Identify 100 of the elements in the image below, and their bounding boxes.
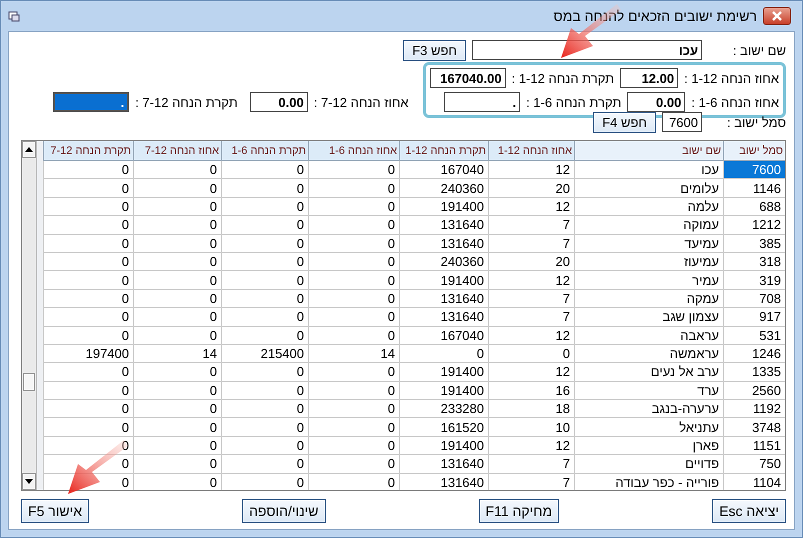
- action-button[interactable]: אישור F5: [21, 499, 90, 523]
- column-header: אחוז הנחה 1-6: [308, 141, 399, 161]
- table-cell: 0: [133, 363, 221, 382]
- table-cell: 131640: [399, 234, 488, 253]
- table-cell: 0: [308, 198, 399, 216]
- table-cell: 0: [308, 179, 399, 198]
- table-cell: 0: [308, 161, 399, 180]
- action-button[interactable]: מחיקה F11: [478, 499, 560, 523]
- table-cell: 319: [723, 271, 785, 290]
- table-cell: 0: [221, 271, 308, 290]
- action-button[interactable]: שינוי/הוספה: [242, 499, 326, 523]
- field-label: אחוז הנחה 1-6 :: [691, 94, 779, 110]
- table-cell: 0: [308, 216, 399, 235]
- table-cell: ערד: [574, 382, 723, 400]
- table-cell: עמיעד: [574, 234, 723, 253]
- table-cell: 531: [723, 326, 785, 345]
- name-field[interactable]: עכו: [472, 40, 702, 60]
- table-cell: 131640: [399, 308, 488, 327]
- table-cell: 14: [133, 344, 221, 364]
- table-cell: 0: [221, 455, 308, 474]
- table-cell: 0: [221, 474, 308, 490]
- table-cell: 14: [308, 344, 399, 364]
- table-cell: 12: [488, 436, 574, 456]
- table-cell: 688: [723, 198, 785, 216]
- down-arrow-icon: [24, 479, 33, 484]
- table-cell: 18: [488, 400, 574, 418]
- discount-field[interactable]: 167040.00: [430, 68, 506, 88]
- scroll-down-button[interactable]: [22, 473, 36, 490]
- search-button[interactable]: חפש F3: [403, 40, 466, 60]
- table-cell: 1335: [723, 363, 785, 382]
- table-cell: 1212: [723, 216, 785, 235]
- table-cell: ערב אל נעים: [574, 363, 723, 382]
- table-cell: 0: [133, 179, 221, 198]
- table-cell: 0: [133, 436, 221, 456]
- discount-field[interactable]: 0.00: [627, 92, 686, 112]
- table-cell: 0: [221, 252, 308, 272]
- scrollbar[interactable]: [22, 141, 37, 490]
- table-cell: 20: [488, 179, 574, 198]
- table-cell: 0: [133, 161, 221, 180]
- table-cell: 0: [221, 290, 308, 308]
- table-cell: 12: [488, 161, 574, 180]
- table-cell: עלומים: [574, 179, 723, 198]
- scroll-up-button[interactable]: [22, 141, 36, 158]
- table-cell: 385: [723, 234, 785, 253]
- table-cell: עראבה: [574, 326, 723, 345]
- table-cell: 0: [221, 234, 308, 253]
- discount-field[interactable]: .: [444, 92, 520, 112]
- table-cell: 917: [723, 308, 785, 327]
- discount-field[interactable]: .: [53, 92, 130, 112]
- table-cell: עתניאל: [574, 418, 723, 437]
- table-cell: 0: [221, 179, 308, 198]
- search-button[interactable]: חפש F4: [593, 112, 656, 132]
- table-cell: עכו: [574, 161, 723, 180]
- field-label: תקרת הנחה 7-12 :: [135, 94, 238, 110]
- table-cell: 0: [221, 308, 308, 327]
- table-cell: 0: [308, 252, 399, 272]
- table-cell: ערערה-בנגב: [574, 400, 723, 418]
- table-cell: 0: [308, 363, 399, 382]
- table-cell: 191400: [399, 363, 488, 382]
- table-cell: 131640: [399, 474, 488, 490]
- discount-field[interactable]: 0.00: [250, 92, 308, 112]
- table-cell: 1151: [723, 436, 785, 456]
- table-cell: 318: [723, 252, 785, 272]
- action-button[interactable]: יציאה Esc: [712, 499, 786, 523]
- table-cell: 7: [488, 216, 574, 235]
- field-label: שם ישוב :: [732, 42, 786, 58]
- code-field[interactable]: 7600: [662, 112, 702, 132]
- table-cell: 167040: [399, 326, 488, 345]
- column-header: סמל ישוב: [723, 141, 785, 161]
- table-cell: 12: [488, 198, 574, 216]
- table-cell: 167040: [399, 161, 488, 180]
- table-cell: 7: [488, 290, 574, 308]
- table-cell: 0: [308, 400, 399, 418]
- table-cell: 0: [308, 455, 399, 474]
- table-cell: 12: [488, 271, 574, 290]
- table-cell: 0: [133, 198, 221, 216]
- table-cell: 191400: [399, 271, 488, 290]
- scroll-thumb[interactable]: [23, 373, 35, 391]
- table-cell: עצמון שגב: [574, 308, 723, 327]
- table-cell: 3748: [723, 418, 785, 437]
- table-cell: 20: [488, 252, 574, 272]
- table-cell: 0: [133, 326, 221, 345]
- table-cell: 1246: [723, 344, 785, 364]
- field-label: אחוז הנחה 1-12 :: [684, 70, 779, 86]
- table-cell: פארן: [574, 436, 723, 456]
- table-cell: 0: [221, 198, 308, 216]
- table-cell: 0: [308, 271, 399, 290]
- table-cell: 7600: [723, 161, 785, 180]
- discount-field[interactable]: 12.00: [620, 68, 678, 88]
- app-icon: [8, 10, 20, 22]
- table-cell: 7: [488, 474, 574, 490]
- up-arrow-icon: [24, 147, 33, 152]
- table-cell: עמיר: [574, 271, 723, 290]
- column-header: תקרת הנחה 1-12: [399, 141, 488, 161]
- close-button[interactable]: [763, 7, 791, 25]
- table-cell: עמוקה: [574, 216, 723, 235]
- table-cell: 0: [133, 418, 221, 437]
- table-cell: 0: [133, 234, 221, 253]
- table-cell: 131640: [399, 455, 488, 474]
- column-header: תקרת הנחה 1-6: [221, 141, 308, 161]
